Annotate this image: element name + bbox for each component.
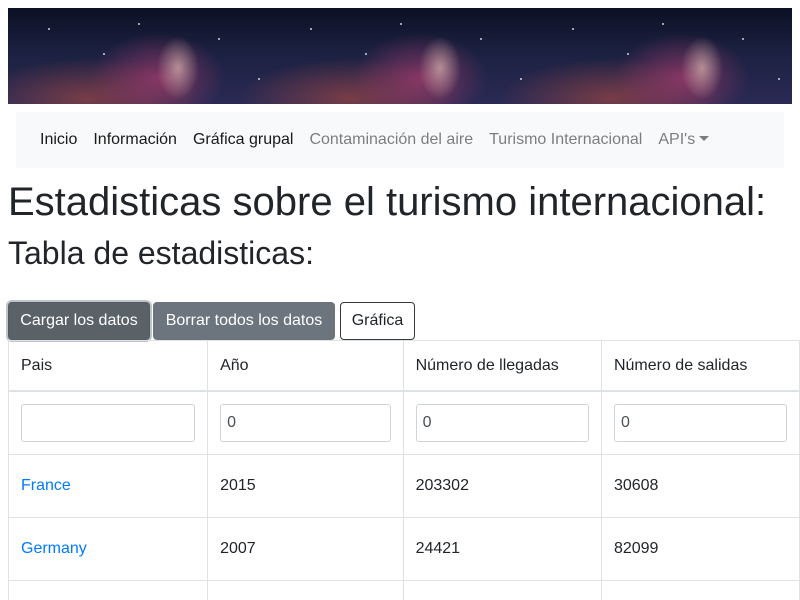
country-link[interactable]: Germany (21, 540, 87, 557)
nav-dropdown-apis-label: API's (658, 131, 696, 148)
nav-item-informacion[interactable]: Información (85, 131, 185, 149)
section-title: Tabla de estadisticas: (8, 235, 314, 271)
table-header-row: Pais Año Número de llegadas Número de sa… (8, 340, 800, 392)
year-cell: 2015 (207, 454, 404, 518)
empty-cell (207, 580, 404, 600)
country-cell: France (8, 454, 209, 518)
empty-cell (8, 580, 209, 600)
departures-cell: 82099 (600, 517, 800, 581)
filter-cell (207, 390, 404, 455)
country-cell: Germany (8, 517, 209, 581)
header-banner-image (8, 8, 792, 104)
column-header-pais: Pais (8, 340, 209, 392)
year-cell: 2007 (207, 517, 404, 581)
table-row: France 2015 203302 30608 (8, 454, 800, 518)
caret-down-icon (699, 136, 710, 141)
table-row (8, 580, 800, 600)
arrivals-cell: 203302 (402, 454, 602, 518)
filter-cell (8, 390, 209, 455)
nav-item-turismo-internacional[interactable]: Turismo Internacional (481, 131, 650, 149)
arrivals-cell: 24421 (402, 517, 602, 581)
main-navbar: Inicio Información Gráfica grupal Contam… (16, 112, 784, 168)
chart-button[interactable]: Gráfica (340, 302, 415, 340)
departures-cell: 30608 (600, 454, 800, 518)
column-header-salidas: Número de salidas (600, 340, 800, 392)
nav-item-contaminacion-aire[interactable]: Contaminación del aire (301, 131, 481, 149)
departures-filter-input[interactable] (613, 404, 787, 442)
country-link[interactable]: France (21, 477, 71, 494)
load-data-button[interactable]: Cargar los datos (8, 302, 150, 340)
arrivals-filter-input[interactable] (415, 404, 589, 442)
nav-item-inicio[interactable]: Inicio (32, 131, 85, 149)
nav-item-grafica-grupal[interactable]: Gráfica grupal (185, 131, 302, 149)
table-filter-row (8, 390, 800, 455)
country-filter-input[interactable] (21, 404, 196, 442)
nav-dropdown-apis[interactable]: API's (650, 131, 717, 149)
page-title: Estadisticas sobre el turismo internacio… (8, 180, 767, 224)
statistics-table-container: Pais Año Número de llegadas Número de sa… (8, 340, 800, 600)
table-row: Germany 2007 24421 82099 (8, 517, 800, 581)
empty-cell (600, 580, 800, 600)
year-filter-input[interactable] (220, 404, 391, 442)
empty-cell (402, 580, 602, 600)
column-header-llegadas: Número de llegadas (402, 340, 602, 392)
delete-all-data-button[interactable]: Borrar todos los datos (153, 302, 335, 340)
column-header-ano: Año (207, 340, 404, 392)
filter-cell (600, 390, 800, 455)
filter-cell (402, 390, 602, 455)
statistics-table: Pais Año Número de llegadas Número de sa… (8, 340, 800, 600)
